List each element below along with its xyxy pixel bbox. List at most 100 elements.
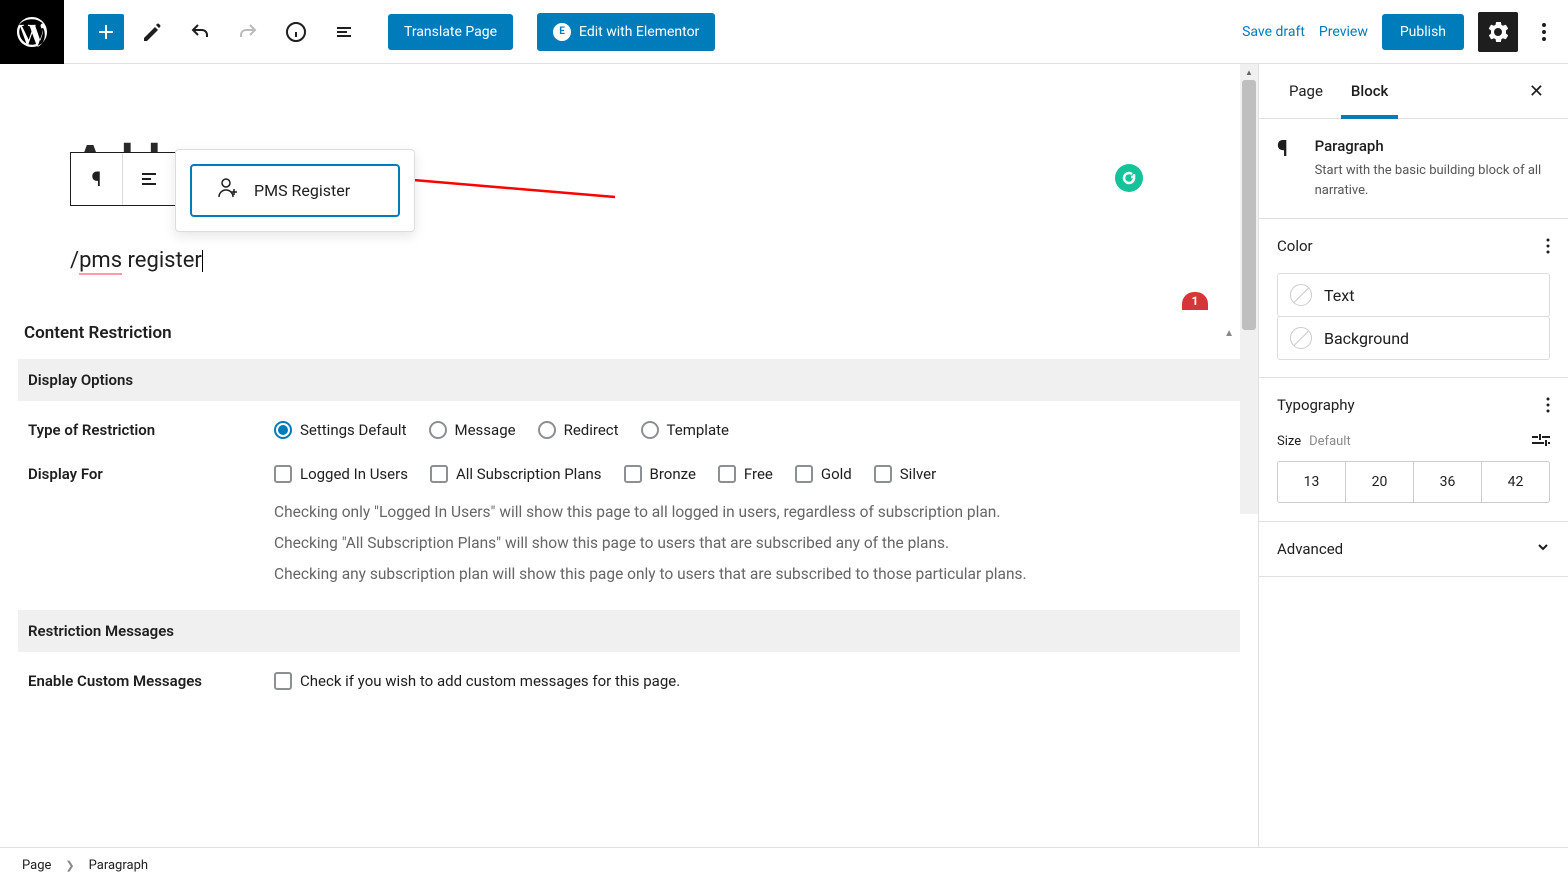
caret-up-icon: ▲ (1224, 328, 1234, 339)
grammarly-button[interactable] (1115, 164, 1143, 192)
swatch-icon (1290, 284, 1312, 306)
wordpress-logo[interactable] (0, 0, 64, 64)
block-desc: Start with the basic building block of a… (1315, 161, 1550, 200)
paragraph-icon: ¶ (92, 167, 102, 191)
radio-settings-default[interactable]: Settings Default (274, 421, 407, 439)
close-sidebar-button[interactable]: ✕ (1521, 73, 1552, 110)
plus-icon (94, 20, 118, 44)
radio-icon (429, 421, 447, 439)
close-icon: ✕ (1529, 81, 1544, 102)
suggest-item-pms-register[interactable]: PMS Register (190, 164, 400, 217)
save-draft-link[interactable]: Save draft (1242, 24, 1305, 40)
translate-button[interactable]: Translate Page (388, 14, 513, 50)
size-42[interactable]: 42 (1482, 462, 1549, 502)
tab-block[interactable]: Block (1337, 64, 1402, 118)
add-block-button[interactable] (88, 14, 124, 50)
more-vertical-icon[interactable] (1546, 238, 1550, 254)
color-heading[interactable]: Color (1259, 219, 1568, 273)
custom-size-button[interactable] (1532, 432, 1550, 451)
checkbox-enable-custom[interactable]: Check if you wish to add custom messages… (274, 672, 1234, 690)
tab-page[interactable]: Page (1275, 64, 1337, 118)
info-icon (285, 21, 307, 43)
block-type-button[interactable]: ¶ (71, 153, 123, 205)
elementor-label: Edit with Elementor (579, 24, 699, 40)
redo-button[interactable] (228, 12, 268, 52)
swatch-icon (1290, 327, 1312, 349)
checkbox-icon (795, 465, 813, 483)
checkbox-icon (874, 465, 892, 483)
radio-icon (274, 421, 292, 439)
radio-template[interactable]: Template (641, 421, 729, 439)
content-restriction-section: Content Restriction ▲ Display Options Ty… (0, 303, 1258, 710)
elementor-icon: E (553, 23, 571, 41)
content-restriction-header[interactable]: Content Restriction ▲ (18, 303, 1240, 359)
toolbar-left: Translate Page E Edit with Elementor (64, 12, 715, 52)
radio-icon (641, 421, 659, 439)
enable-custom-messages-row: Enable Custom Messages Check if you wish… (18, 652, 1240, 710)
edit-mode-button[interactable] (132, 12, 172, 52)
type-of-restriction-row: Type of Restriction Settings Default Mes… (18, 401, 1240, 459)
checkbox-free[interactable]: Free (718, 465, 773, 483)
pencil-icon (141, 21, 163, 43)
breadcrumb-current[interactable]: Paragraph (89, 858, 148, 873)
wordpress-icon (14, 14, 50, 50)
settings-button[interactable] (1478, 12, 1518, 52)
radio-icon (538, 421, 556, 439)
main-layout: ▲ Add ¶ 1 PMS Registe (0, 64, 1568, 847)
size-20[interactable]: 20 (1346, 462, 1414, 502)
advanced-heading[interactable]: Advanced (1259, 522, 1568, 576)
checkbox-bronze[interactable]: Bronze (624, 465, 696, 483)
grammarly-icon (1121, 170, 1137, 186)
outline-icon (333, 21, 355, 43)
type-radio-group: Settings Default Message Redirect Templa… (274, 421, 1234, 439)
publish-button[interactable]: Publish (1382, 14, 1464, 50)
checkbox-silver[interactable]: Silver (874, 465, 936, 483)
display-options-heading: Display Options (18, 359, 1240, 401)
top-toolbar: Translate Page E Edit with Elementor Sav… (0, 0, 1568, 64)
block-title: Paragraph (1315, 137, 1550, 155)
color-text-row[interactable]: Text (1277, 273, 1550, 317)
checkbox-gold[interactable]: Gold (795, 465, 852, 483)
size-buttons: 13 20 36 42 (1277, 461, 1550, 503)
typography-heading[interactable]: Typography (1259, 378, 1568, 432)
checkbox-logged-in[interactable]: Logged In Users (274, 465, 408, 483)
size-36[interactable]: 36 (1414, 462, 1482, 502)
more-vertical-icon[interactable] (1546, 397, 1550, 413)
checkbox-icon (274, 672, 292, 690)
advanced-section: Advanced (1259, 522, 1568, 577)
typography-section: Typography Size Default 13 20 36 42 (1259, 378, 1568, 522)
gear-icon (1487, 21, 1509, 43)
block-toolbar: ¶ (70, 152, 176, 206)
breadcrumb-root[interactable]: Page (22, 858, 51, 873)
translate-label: Translate Page (404, 24, 497, 40)
sidebar-tabs: Page Block ✕ (1259, 64, 1568, 119)
settings-sidebar: Page Block ✕ ¶ Paragraph Start with the … (1258, 64, 1568, 847)
suggest-item-label: PMS Register (254, 181, 350, 200)
color-background-row[interactable]: Background (1277, 316, 1550, 360)
elementor-button[interactable]: E Edit with Elementor (537, 13, 715, 51)
editor-area: ▲ Add ¶ 1 PMS Registe (0, 64, 1258, 847)
block-info: ¶ Paragraph Start with the basic buildin… (1259, 119, 1568, 219)
undo-button[interactable] (180, 12, 220, 52)
radio-message[interactable]: Message (429, 421, 516, 439)
checkbox-icon (718, 465, 736, 483)
more-vertical-icon (1542, 23, 1546, 41)
more-options-button[interactable] (1532, 12, 1556, 52)
display-for-label: Display For (24, 465, 234, 483)
radio-redirect[interactable]: Redirect (538, 421, 619, 439)
checkbox-all-plans[interactable]: All Subscription Plans (430, 465, 602, 483)
info-button[interactable] (276, 12, 316, 52)
display-for-help: Checking only "Logged In Users" will sho… (274, 497, 1234, 590)
color-section: Color Text Background (1259, 219, 1568, 378)
block-align-button[interactable] (123, 153, 175, 205)
sliders-icon (1532, 433, 1550, 447)
redo-icon (237, 21, 259, 43)
preview-link[interactable]: Preview (1319, 24, 1368, 40)
display-for-row: Display For Logged In Users All Subscrip… (18, 459, 1240, 610)
type-label: Type of Restriction (24, 421, 234, 439)
list-view-button[interactable] (324, 12, 364, 52)
size-13[interactable]: 13 (1278, 462, 1346, 502)
toolbar-right: Save draft Preview Publish (1242, 12, 1568, 52)
checkbox-icon (430, 465, 448, 483)
undo-icon (189, 21, 211, 43)
